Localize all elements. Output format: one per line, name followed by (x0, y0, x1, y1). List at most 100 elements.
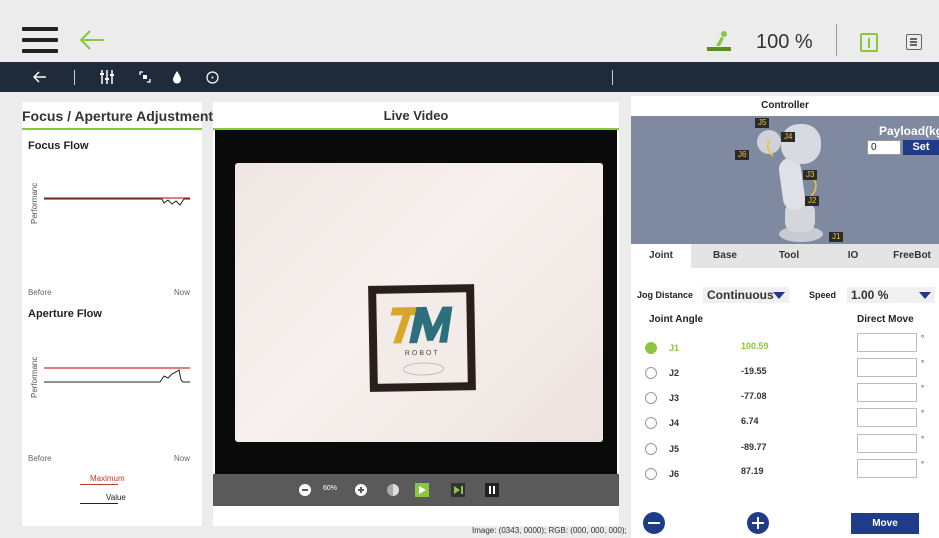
toolbar-separator (74, 70, 75, 85)
aperture-y-label: Performanc (30, 356, 39, 398)
joint-radio-j3[interactable] (645, 392, 657, 404)
focus-x-now: Now (174, 288, 191, 297)
controller-panel: Controller J5 J4 J6 J3 J2 J1 Payload(kg)… (631, 96, 939, 538)
joint-radio-j4[interactable] (645, 417, 657, 429)
tab-joint[interactable]: Joint (631, 244, 691, 268)
speed-value: 1.00 % (851, 288, 889, 302)
aperture-value-line (44, 369, 190, 383)
joint-name-j6: J6 (669, 469, 680, 479)
toolbar-back-icon[interactable] (30, 62, 50, 92)
joint-label-j2: J2 (805, 196, 820, 206)
play-icon[interactable] (415, 483, 429, 497)
direct-move-input-j4[interactable] (857, 408, 917, 427)
top-bar: 100 % (0, 0, 939, 62)
controller-title: Controller (761, 100, 809, 111)
aperture-flow-chart (44, 367, 190, 383)
jog-minus-button[interactable] (643, 512, 665, 534)
joint-radio-j2[interactable] (645, 367, 657, 379)
joint-value-j6: 87.19 (741, 466, 764, 476)
joint-value-j2: -19.55 (741, 366, 767, 376)
adjust-sliders-icon[interactable] (96, 62, 118, 92)
payload-label: Payload(kg) (879, 124, 939, 138)
joint-label-j5: J5 (755, 118, 770, 128)
zoom-level: 60% (323, 485, 338, 492)
joint-angle-label: Joint Angle (649, 314, 704, 325)
aperture-x-now: Now (174, 454, 191, 463)
focus-value-line (44, 198, 190, 206)
joint-name-j4: J4 (669, 418, 680, 428)
drop-icon[interactable] (168, 62, 186, 92)
panel-toggle-icon[interactable] (906, 34, 922, 50)
joint-label-j4: J4 (781, 132, 796, 142)
speed-select[interactable]: 1.00 % (847, 287, 935, 303)
panel-title: Focus / Aperture Adjustment (22, 108, 214, 124)
live-video-panel: Live Video ROBOT 60% (213, 102, 619, 526)
zoom-out-icon[interactable] (299, 484, 311, 496)
jog-distance-select[interactable]: Continuous (703, 287, 789, 303)
joint-name-j1: J1 (669, 343, 680, 353)
aperture-x-before: Before (28, 454, 52, 463)
direct-move-input-j3[interactable] (857, 383, 917, 402)
clock-icon[interactable] (202, 62, 222, 92)
video-feed[interactable]: ROBOT (215, 130, 617, 474)
legend-maximum-line (80, 484, 118, 485)
logo-text: ROBOT (405, 350, 440, 358)
tab-tool[interactable]: Tool (759, 244, 819, 268)
pause-icon[interactable] (485, 483, 499, 497)
video-controls: 60% (213, 474, 619, 506)
joint-value-j3: -77.08 (741, 391, 767, 401)
legend-value: Value (106, 493, 126, 502)
joint-name-j5: J5 (669, 444, 680, 454)
legend-value-line (80, 503, 118, 504)
crop-icon[interactable] (135, 62, 155, 92)
joint-label-j3: J3 (803, 170, 818, 180)
joint-label-j1: J1 (829, 232, 844, 242)
jog-tabs: Joint Base Tool IO FreeBot (631, 244, 939, 268)
joint-name-j3: J3 (669, 393, 680, 403)
info-icon[interactable] (860, 33, 878, 52)
tab-io[interactable]: IO (823, 244, 883, 268)
joint-value-j4: 6.74 (741, 416, 759, 426)
direct-move-input-j5[interactable] (857, 434, 917, 453)
robot-status-icon[interactable] (706, 30, 732, 52)
tab-base[interactable]: Base (695, 244, 755, 268)
focus-x-before: Before (28, 288, 52, 297)
video-title: Live Video (383, 108, 449, 123)
back-arrow-icon[interactable] (78, 28, 106, 52)
degree-label: ° (921, 384, 925, 393)
robot-arm-view: J5 J4 J6 J3 J2 J1 Payload(kg) 0 Set (631, 116, 939, 244)
legend-maximum: Maximum (90, 474, 125, 483)
direct-move-input-j2[interactable] (857, 358, 917, 377)
joint-radio-j1[interactable] (645, 342, 657, 354)
degree-label: ° (921, 359, 925, 368)
degree-label: ° (921, 334, 925, 343)
chevron-down-icon (919, 292, 931, 299)
degree-label: ° (921, 460, 925, 469)
direct-move-label: Direct Move (857, 314, 914, 325)
move-button[interactable]: Move (851, 513, 919, 534)
joint-name-j2: J2 (669, 368, 680, 378)
zoom-in-icon[interactable] (355, 484, 367, 496)
direct-move-input-j1[interactable] (857, 333, 917, 352)
payload-input[interactable]: 0 (867, 140, 901, 155)
calibration-paper: ROBOT (235, 163, 603, 442)
degree-label: ° (921, 409, 925, 418)
divider (836, 24, 837, 56)
focus-y-label: Performanc (30, 182, 39, 224)
joint-radio-j5[interactable] (645, 443, 657, 455)
contrast-icon[interactable] (387, 484, 399, 496)
jog-distance-label: Jog Distance (637, 290, 694, 300)
tab-freebot[interactable]: FreeBot (885, 244, 939, 268)
joint-label-j6: J6 (735, 150, 750, 160)
joint-radio-j6[interactable] (645, 468, 657, 480)
joint-value-j5: -89.77 (741, 442, 767, 452)
menu-icon[interactable] (22, 27, 58, 53)
tm-marker: ROBOT (368, 284, 476, 392)
payload-set-button[interactable]: Set (903, 140, 939, 155)
toolbar-separator (612, 70, 613, 85)
focus-aperture-panel: Focus / Aperture Adjustment Focus Flow P… (22, 102, 213, 526)
jog-plus-button[interactable] (747, 512, 769, 534)
step-icon[interactable] (451, 483, 465, 497)
focus-flow-title: Focus Flow (28, 140, 89, 152)
direct-move-input-j6[interactable] (857, 459, 917, 478)
